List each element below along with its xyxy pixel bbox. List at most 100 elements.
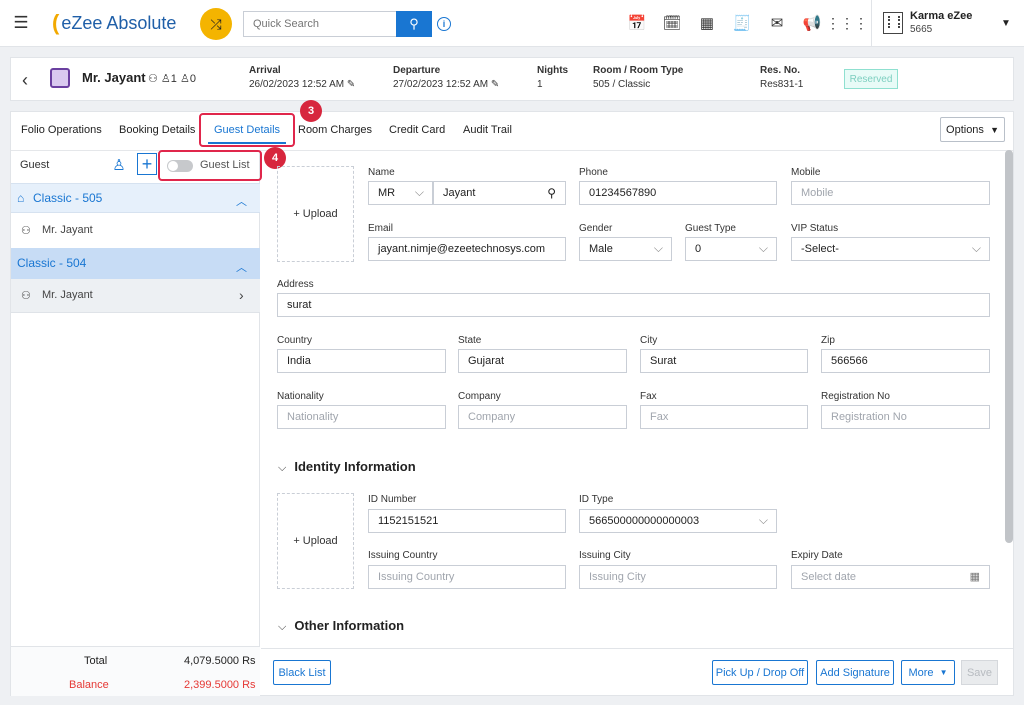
balance-value: 2,399.5000 Rs: [184, 679, 256, 691]
search-button[interactable]: ⚲: [396, 11, 432, 37]
black-list-button[interactable]: Black List: [273, 660, 331, 685]
id-photo-upload[interactable]: + Upload: [277, 493, 354, 589]
caret-down-icon[interactable]: ▼: [1001, 18, 1011, 29]
brand-name: eZee Absolute: [61, 12, 177, 33]
issuing-city-input[interactable]: Issuing City: [579, 565, 777, 589]
chevron-down-icon: ⌵: [278, 621, 287, 633]
guest-row-name: Mr. Jayant: [42, 289, 93, 301]
edit-pencil-icon[interactable]: ✎: [347, 79, 355, 90]
country-input[interactable]: India: [277, 349, 446, 373]
vip-status-select[interactable]: -Select-: [791, 237, 990, 261]
scrollbar[interactable]: [1005, 150, 1013, 543]
calendar-icon[interactable]: ▦: [970, 570, 980, 583]
nights-value: 1: [537, 79, 543, 90]
options-label: Options: [946, 123, 984, 136]
info-icon[interactable]: i: [437, 17, 451, 31]
phone-input[interactable]: 01234567890: [579, 181, 777, 205]
guest-row[interactable]: ⚇ Mr. Jayant: [11, 214, 260, 248]
room-group-505[interactable]: ⌂ Classic - 505 ︿: [11, 183, 260, 213]
identity-section-header[interactable]: ⌵ Identity Information: [278, 459, 416, 475]
child-count: 0: [189, 73, 196, 85]
other-section-header[interactable]: ⌵ Other Information: [278, 618, 404, 634]
invoice-dollar-icon[interactable]: 🧾: [733, 14, 752, 32]
other-title: Other Information: [294, 618, 405, 633]
search-icon[interactable]: ⚲: [547, 186, 556, 200]
gender-label: Gender: [579, 223, 613, 234]
chevron-down-icon: ⌵: [278, 462, 287, 474]
room-group-label: Classic - 504: [17, 256, 87, 270]
tab-folio-operations[interactable]: Folio Operations: [21, 124, 102, 136]
edit-pencil-icon[interactable]: ✎: [491, 79, 499, 90]
zip-label: Zip: [821, 335, 835, 346]
name-input[interactable]: Jayant ⚲: [433, 181, 566, 205]
tab-audit-trail[interactable]: Audit Trail: [463, 124, 512, 136]
issuing-country-input[interactable]: Issuing Country: [368, 565, 566, 589]
tab-booking-details[interactable]: Booking Details: [119, 124, 195, 136]
departure-label: Departure: [393, 65, 441, 76]
calendar-icon[interactable]: ▦: [698, 14, 716, 32]
id-number-label: ID Number: [368, 494, 417, 505]
expiry-date-input[interactable]: Select date ▦: [791, 565, 990, 589]
room-group-504[interactable]: Classic - 504 ︿: [11, 248, 260, 279]
more-dropdown-button[interactable]: More ▼: [901, 660, 955, 685]
options-dropdown[interactable]: Options ▼: [940, 117, 1005, 142]
departure-value[interactable]: 27/02/2023 12:52 AM ✎: [393, 79, 499, 90]
brand-logo[interactable]: (eZee Absolute: [52, 10, 176, 36]
mobile-input[interactable]: Mobile: [791, 181, 990, 205]
registration-no-input[interactable]: Registration No: [821, 405, 990, 429]
title-select[interactable]: MR: [368, 181, 433, 205]
arrival-value[interactable]: 26/02/2023 12:52 AM ✎: [249, 79, 355, 90]
caret-down-icon: ▼: [939, 668, 948, 677]
mail-icon[interactable]: ✉: [768, 14, 786, 32]
zip-input[interactable]: 566566: [821, 349, 990, 373]
room-value: 505 / Classic: [593, 79, 651, 90]
id-number-input[interactable]: 1152151521: [368, 509, 566, 533]
add-signature-button[interactable]: Add Signature: [816, 660, 894, 685]
guest-profile-icon: ⚇: [148, 73, 161, 85]
name-label: Name: [368, 167, 395, 178]
fax-label: Fax: [640, 391, 657, 402]
chevron-up-icon[interactable]: ︿: [236, 259, 247, 275]
announcement-icon[interactable]: 📢: [803, 14, 822, 32]
email-label: Email: [368, 223, 394, 234]
topbar-divider: [871, 0, 872, 47]
tab-room-charges[interactable]: Room Charges: [298, 124, 372, 136]
footer-divider: [261, 648, 1013, 649]
nationality-input[interactable]: Nationality: [277, 405, 446, 429]
apps-grid-icon[interactable]: ⋮⋮⋮: [826, 14, 868, 32]
gender-select[interactable]: Male: [579, 237, 672, 261]
guest-list-toggle[interactable]: [167, 160, 193, 172]
resno-value: Res831-1: [760, 79, 804, 90]
hamburger-menu-icon[interactable]: ☰: [12, 13, 30, 32]
photo-upload[interactable]: + Upload: [277, 166, 354, 262]
chevron-up-icon[interactable]: ︿: [236, 193, 247, 209]
guest-row[interactable]: ⚇ Mr. Jayant ›: [11, 279, 260, 313]
company-input[interactable]: Company: [458, 405, 627, 429]
city-label: City: [640, 335, 658, 346]
search-icon: ⚲: [409, 16, 419, 31]
add-guest-button[interactable]: +: [137, 153, 157, 175]
back-arrow-icon[interactable]: ‹: [22, 70, 28, 91]
state-input[interactable]: Gujarat: [458, 349, 627, 373]
pickup-dropoff-button[interactable]: Pick Up / Drop Off: [712, 660, 808, 685]
save-button[interactable]: Save: [961, 660, 998, 685]
mobile-label: Mobile: [791, 167, 821, 178]
quick-search-input[interactable]: [243, 11, 396, 37]
person-search-icon[interactable]: ♙: [110, 156, 128, 174]
chevron-right-icon[interactable]: ›: [239, 287, 244, 303]
shuffle-button[interactable]: ⤮: [200, 8, 232, 40]
guest-row-name: Mr. Jayant: [42, 224, 93, 236]
tab-credit-card[interactable]: Credit Card: [389, 124, 445, 136]
user-menu[interactable]: Karma eZee 5665: [883, 10, 972, 35]
city-input[interactable]: Surat: [640, 349, 808, 373]
address-input[interactable]: surat: [277, 293, 990, 317]
email-input[interactable]: jayant.nimje@ezeetechnosys.com: [368, 237, 566, 261]
guest-type-select[interactable]: 0: [685, 237, 777, 261]
calendar-add-icon[interactable]: 📅: [628, 14, 647, 32]
fax-input[interactable]: Fax: [640, 405, 808, 429]
phone-label: Phone: [579, 167, 608, 178]
guest-profile-icon: ⚇: [21, 290, 31, 302]
calendar-check-icon[interactable]: 🗓: [662, 14, 681, 32]
id-type-select[interactable]: 566500000000000003: [579, 509, 777, 533]
room-label: Room / Room Type: [593, 65, 684, 76]
